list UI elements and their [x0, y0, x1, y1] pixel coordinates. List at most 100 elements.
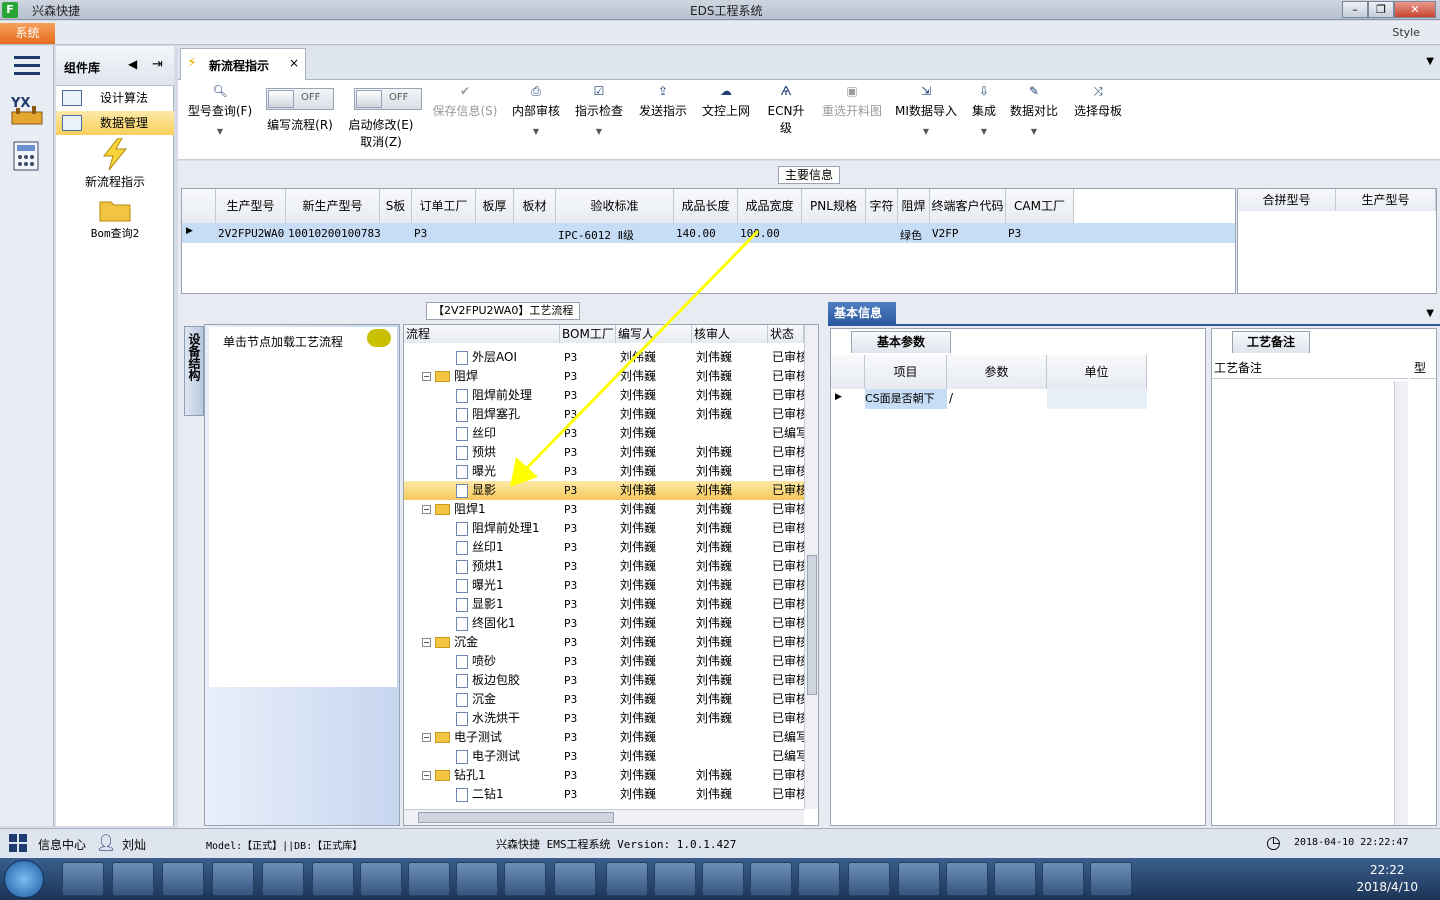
taskbar-app-icon[interactable] — [456, 862, 498, 896]
system-menu-button[interactable]: 系统 — [0, 23, 55, 44]
taskbar-app-icon[interactable] — [946, 862, 988, 896]
tree-row[interactable]: 板边包胶 P3 刘伟巍 刘伟巍 已审核 — [404, 671, 804, 690]
taskbar-app-icon[interactable] — [606, 862, 648, 896]
column-header[interactable]: 板厚 — [476, 189, 514, 223]
taskbar-app-icon[interactable] — [504, 862, 546, 896]
calculator-icon[interactable] — [10, 140, 44, 174]
taskbar-app-icon[interactable] — [408, 862, 450, 896]
scrollbar-thumb[interactable] — [807, 555, 817, 695]
collapse-icon[interactable]: − — [422, 733, 431, 742]
taskbar-app-icon[interactable] — [654, 862, 696, 896]
column-header[interactable]: 成品宽度 — [738, 189, 802, 223]
ecn-upgrade-button[interactable]: Ѧ ECN升级 — [762, 84, 810, 136]
taskbar-app-icon[interactable] — [994, 862, 1036, 896]
horizontal-scrollbar[interactable] — [404, 809, 804, 825]
edit-flow-toggle[interactable]: OFF — [266, 88, 334, 110]
save-info-button[interactable]: ✔ 保存信息(S) — [430, 84, 500, 119]
panel-dropdown-icon[interactable]: ▼ — [1426, 308, 1434, 319]
side-tab-equipment[interactable]: 设备结构 — [184, 326, 204, 416]
minimize-button[interactable]: – — [1342, 1, 1368, 18]
tree-row[interactable]: 电子测试 P3 刘伟巍 已编写 — [404, 747, 804, 766]
collapse-icon[interactable]: − — [422, 372, 431, 381]
column-header[interactable]: 订单工厂 — [412, 189, 476, 223]
taskbar-app-icon[interactable] — [212, 862, 254, 896]
tree-row[interactable]: 沉金 P3 刘伟巍 刘伟巍 已审核 — [404, 690, 804, 709]
tree-row[interactable]: 预烘1 P3 刘伟巍 刘伟巍 已审核 — [404, 557, 804, 576]
vertical-scrollbar[interactable] — [804, 325, 818, 809]
column-header[interactable]: 型 — [1410, 357, 1436, 379]
taskbar-app-icon[interactable] — [702, 862, 744, 896]
upload-doc-button[interactable]: ☁ 文控上网 — [700, 84, 752, 119]
column-header[interactable]: 单位 — [1047, 355, 1147, 389]
yx-factory-icon[interactable]: YX — [10, 94, 44, 128]
param-value[interactable]: / — [949, 391, 953, 405]
tree-row[interactable]: 终固化1 P3 刘伟巍 刘伟巍 已审核 — [404, 614, 804, 633]
integrate-button[interactable]: ⇩ 集成 ▼ — [968, 84, 1000, 136]
new-flow-instruction-launcher[interactable]: 新流程指示 — [56, 137, 174, 190]
collapse-icon[interactable]: − — [422, 505, 431, 514]
column-header[interactable]: 生产型号 — [216, 189, 286, 223]
taskbar-app-icon[interactable] — [798, 862, 840, 896]
windows-grid-icon[interactable] — [8, 833, 28, 853]
taskbar-app-icon[interactable] — [1042, 862, 1084, 896]
internal-review-button[interactable]: ⎙ 内部审核 ▼ — [512, 84, 560, 136]
tree-row[interactable]: 曝光1 P3 刘伟巍 刘伟巍 已审核 — [404, 576, 804, 595]
taskbar-app-icon[interactable] — [554, 862, 596, 896]
reselect-cut-chart-button[interactable]: ▣ 重选开料图 — [820, 84, 884, 119]
column-header[interactable]: 合拼型号 — [1238, 189, 1336, 211]
tab-dropdown-icon[interactable]: ▼ — [1426, 56, 1434, 67]
nav-item-design-algorithm[interactable]: 设计算法 — [56, 86, 174, 110]
column-header[interactable]: 字符 — [866, 189, 898, 223]
tree-row[interactable]: − 沉金 P3 刘伟巍 刘伟巍 已审核 — [404, 633, 804, 652]
hamburger-menu-icon[interactable] — [14, 56, 40, 76]
nav-item-data-management[interactable]: 数据管理 — [56, 111, 174, 135]
tab-process-notes[interactable]: 工艺备注 — [1232, 331, 1310, 353]
enable-edit-toggle[interactable]: OFF — [354, 88, 422, 110]
tree-row[interactable]: − 电子测试 P3 刘伟巍 已编写 — [404, 728, 804, 747]
column-header[interactable]: S板 — [380, 189, 412, 223]
taskbar-app-icon[interactable] — [262, 862, 304, 896]
column-header[interactable]: 项目 — [865, 355, 947, 389]
info-center-link[interactable]: 信息中心 — [38, 836, 86, 853]
tree-row[interactable]: 阻焊前处理1 P3 刘伟巍 刘伟巍 已审核 — [404, 519, 804, 538]
pin-icon[interactable]: ⇥ — [152, 57, 163, 72]
cancel-label[interactable]: 取消(Z) — [344, 133, 418, 150]
column-header[interactable]: PNL规格 — [802, 189, 866, 223]
column-header[interactable]: 生产型号 — [1336, 189, 1436, 211]
bom-query-launcher[interactable]: Bom查询2 — [56, 196, 174, 241]
style-menu[interactable]: Style — [1392, 26, 1420, 39]
column-header[interactable]: 状态 — [768, 325, 804, 343]
tree-row[interactable]: 水洗烘干 P3 刘伟巍 刘伟巍 已审核 — [404, 709, 804, 728]
send-instruction-button[interactable]: ⇪ 发送指示 — [638, 84, 688, 119]
taskbar-app-icon[interactable] — [62, 862, 104, 896]
taskbar-app-icon[interactable] — [848, 862, 890, 896]
vertical-scrollbar[interactable] — [1394, 381, 1408, 825]
column-header[interactable]: 阻焊 — [898, 189, 930, 223]
collapse-arrow-icon[interactable]: ◀ — [128, 57, 137, 71]
taskbar-app-icon[interactable] — [162, 862, 204, 896]
table-row[interactable]: ▶ CS面是否朝下 / — [831, 389, 1205, 409]
taskbar-app-icon[interactable] — [898, 862, 940, 896]
collapse-icon[interactable]: − — [422, 638, 431, 647]
tab-new-flow-instruction[interactable]: ⚡ 新流程指示 × — [180, 48, 306, 80]
data-compare-button[interactable]: ✎ 数据对比 ▼ — [1008, 84, 1060, 136]
scrollbar-thumb[interactable] — [418, 812, 614, 823]
tab-close-icon[interactable]: × — [289, 56, 299, 70]
column-header[interactable]: 板材 — [514, 189, 556, 223]
maximize-button[interactable]: ❐ — [1368, 1, 1394, 18]
taskbar-app-icon[interactable] — [750, 862, 792, 896]
column-header[interactable]: 终端客户代码 — [930, 189, 1006, 223]
taskbar-app-icon[interactable] — [112, 862, 154, 896]
column-header[interactable]: 工艺备注 — [1212, 357, 1408, 379]
tree-row[interactable]: 喷砂 P3 刘伟巍 刘伟巍 已审核 — [404, 652, 804, 671]
collapse-icon[interactable]: − — [422, 771, 431, 780]
tab-basic-info[interactable]: 基本信息 — [828, 302, 896, 324]
mi-data-import-button[interactable]: ⇲ MI数据导入 ▼ — [894, 84, 958, 136]
tree-row[interactable]: − 钻孔1 P3 刘伟巍 刘伟巍 已审核 — [404, 766, 804, 785]
column-header[interactable]: CAM工厂 — [1006, 189, 1074, 223]
taskbar-app-icon[interactable] — [360, 862, 402, 896]
tree-row[interactable]: 二钻1 P3 刘伟巍 刘伟巍 已审核 — [404, 785, 804, 804]
tree-row[interactable]: 丝印1 P3 刘伟巍 刘伟巍 已审核 — [404, 538, 804, 557]
taskbar-clock[interactable]: 22:22 2018/4/10 — [1356, 862, 1418, 896]
tree-row[interactable]: 显影1 P3 刘伟巍 刘伟巍 已审核 — [404, 595, 804, 614]
